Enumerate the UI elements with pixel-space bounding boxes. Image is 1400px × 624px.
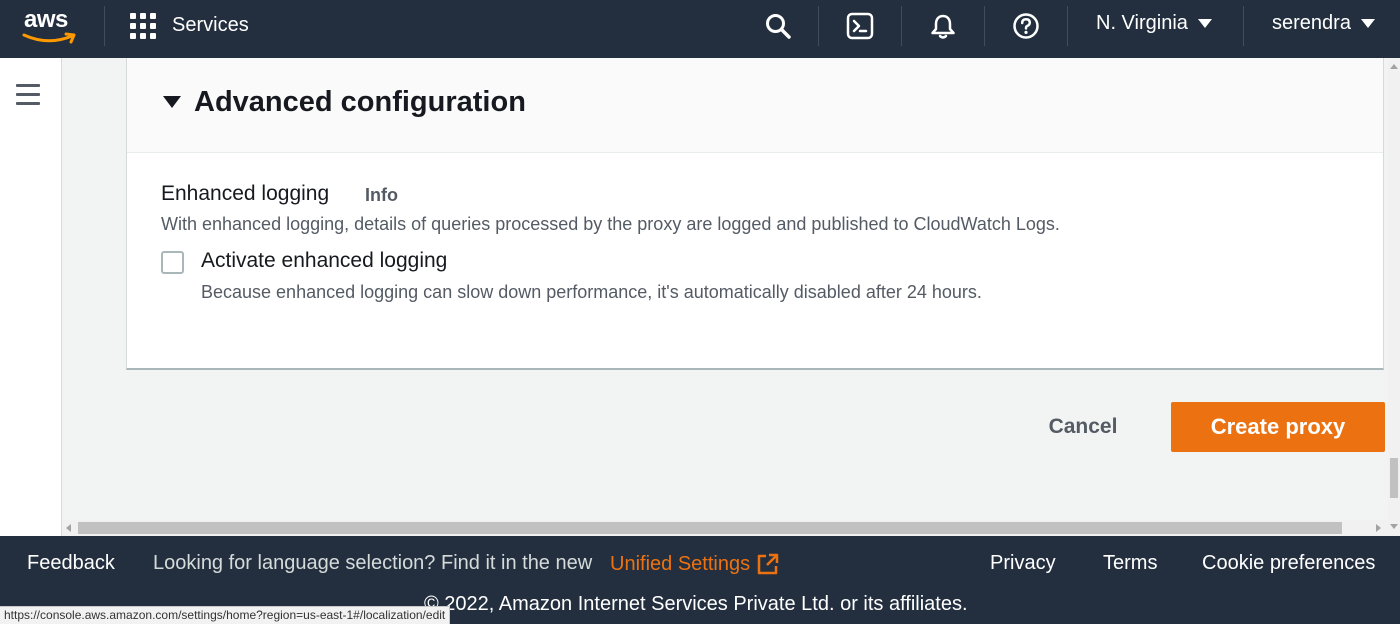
browser-status-url: https://console.aws.amazon.com/settings/… xyxy=(0,606,451,624)
top-navigation: aws Services N. Virginia serendra xyxy=(0,0,1400,58)
vertical-scroll-thumb[interactable] xyxy=(1390,458,1398,498)
language-selection-text: Looking for language selection? Find it … xyxy=(153,552,593,574)
info-link[interactable]: Info xyxy=(365,185,398,206)
notifications-icon xyxy=(931,14,955,39)
nav-divider xyxy=(901,6,902,46)
nav-divider xyxy=(1243,6,1244,46)
menu-hamburger-icon[interactable] xyxy=(16,84,40,105)
region-selector[interactable]: N. Virginia xyxy=(1096,12,1212,35)
unified-settings-link[interactable]: Unified Settings xyxy=(610,552,780,576)
side-navigation-rail xyxy=(0,58,62,536)
aws-smile-icon xyxy=(22,32,76,44)
aws-logo-text: aws xyxy=(24,6,68,33)
vertical-scrollbar[interactable] xyxy=(1388,58,1400,536)
scroll-down-arrow-icon[interactable] xyxy=(1390,524,1398,529)
nav-divider xyxy=(104,6,105,46)
region-label: N. Virginia xyxy=(1096,12,1188,34)
help-button[interactable] xyxy=(1010,10,1042,42)
account-menu[interactable]: serendra xyxy=(1272,12,1375,35)
help-icon xyxy=(1013,13,1039,39)
nav-divider xyxy=(1067,6,1068,46)
enhanced-logging-label: Enhanced logging xyxy=(161,182,330,205)
notifications-button[interactable] xyxy=(927,10,959,42)
privacy-link[interactable]: Privacy xyxy=(990,552,1056,575)
search-button[interactable] xyxy=(762,10,794,42)
scroll-left-arrow-icon[interactable] xyxy=(66,524,71,532)
unified-settings-label: Unified Settings xyxy=(610,552,751,575)
services-menu-button[interactable]: Services xyxy=(130,10,249,40)
activate-enhanced-logging-description: Because enhanced logging can slow down p… xyxy=(201,282,982,302)
services-grid-icon xyxy=(130,11,158,39)
horizontal-scroll-thumb[interactable] xyxy=(78,522,1342,534)
nav-divider xyxy=(818,6,819,46)
scroll-right-arrow-icon[interactable] xyxy=(1376,524,1381,532)
external-link-icon xyxy=(757,553,779,575)
aws-logo[interactable]: aws xyxy=(22,6,82,44)
cancel-button[interactable]: Cancel xyxy=(1032,402,1134,452)
scroll-up-arrow-icon[interactable] xyxy=(1390,64,1398,69)
enhanced-logging-description: With enhanced logging, details of querie… xyxy=(161,214,1060,234)
expand-triangle-icon xyxy=(163,96,181,108)
activate-enhanced-logging-checkbox[interactable] xyxy=(161,251,184,274)
feedback-link[interactable]: Feedback xyxy=(27,552,115,575)
user-label: serendra xyxy=(1272,12,1351,34)
caret-down-icon xyxy=(1197,19,1212,28)
services-label: Services xyxy=(172,13,249,36)
nav-divider xyxy=(984,6,985,46)
advanced-configuration-panel: Advanced configuration Enhanced logging … xyxy=(126,58,1384,370)
copyright-text: © 2022, Amazon Internet Services Private… xyxy=(424,593,968,615)
activate-enhanced-logging-label[interactable]: Activate enhanced logging xyxy=(201,249,447,273)
advanced-configuration-header[interactable]: Advanced configuration xyxy=(127,58,1383,153)
search-icon xyxy=(766,14,791,39)
caret-down-icon xyxy=(1360,19,1375,28)
create-proxy-button[interactable]: Create proxy xyxy=(1171,402,1385,452)
panel-title: Advanced configuration xyxy=(194,86,526,118)
cookie-preferences-link[interactable]: Cookie preferences xyxy=(1202,552,1375,575)
horizontal-scrollbar[interactable] xyxy=(62,520,1388,536)
cloudshell-button[interactable] xyxy=(844,10,876,42)
cloudshell-icon xyxy=(846,12,874,40)
terms-link[interactable]: Terms xyxy=(1103,552,1157,575)
main-content: Advanced configuration Enhanced logging … xyxy=(62,58,1388,520)
